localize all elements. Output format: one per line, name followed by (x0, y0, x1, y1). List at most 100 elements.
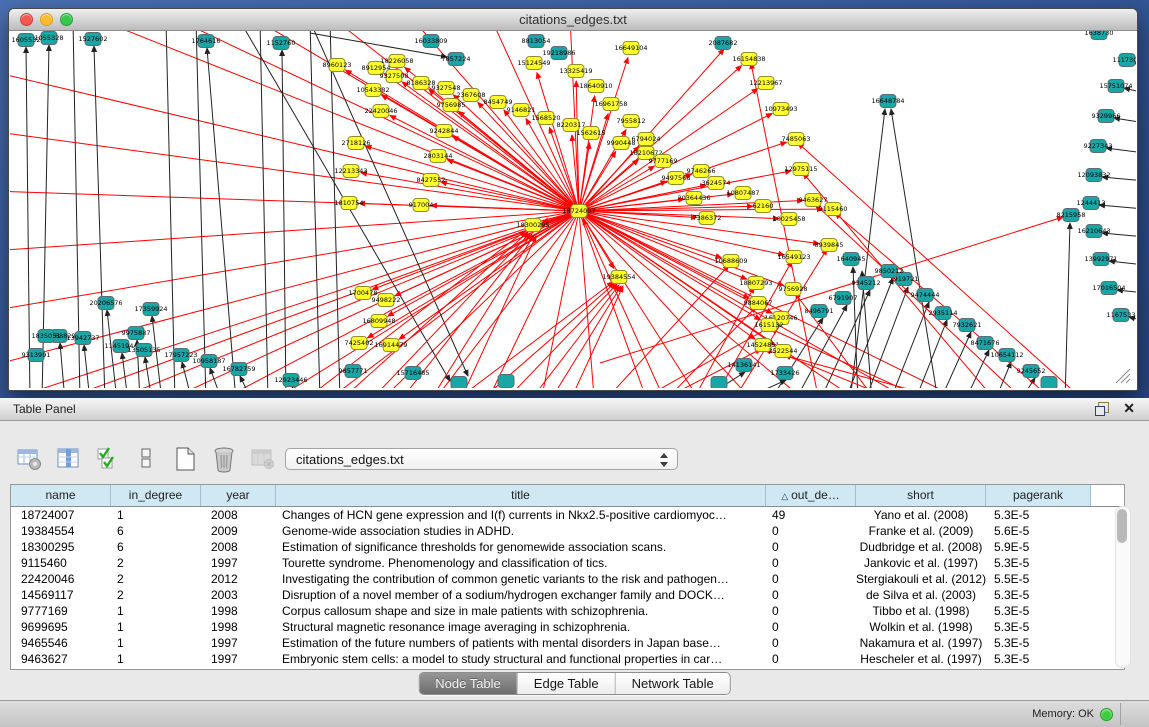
graph-node[interactable]: 13992971 (1084, 253, 1117, 266)
graph-node[interactable]: 16809948 (362, 315, 395, 328)
graph-node[interactable]: 1117304 (1113, 54, 1136, 67)
table-header-row[interactable]: namein_degreeyeartitle△out_de…shortpager… (11, 485, 1124, 507)
network-canvas[interactable]: 1872400789601238912954182260581054338293… (10, 31, 1136, 389)
graph-node[interactable]: 15716485 (396, 367, 429, 380)
graph-node[interactable]: 9345212 (852, 277, 881, 290)
graph-node[interactable]: 15124549 (517, 57, 550, 70)
graph-node[interactable]: 13325419 (559, 65, 592, 78)
graph-node[interactable]: 8471676 (971, 337, 1000, 350)
graph-node[interactable]: 9746266 (687, 165, 716, 178)
tab-network-table[interactable]: Network Table (616, 673, 730, 694)
graph-node[interactable]: 6794024 (632, 133, 661, 146)
graph-node[interactable]: 12923446 (274, 374, 307, 387)
graph-node[interactable]: 7485063 (782, 133, 811, 146)
tab-node-table[interactable]: Node Table (419, 673, 518, 694)
graph-node[interactable]: 9756985 (437, 99, 466, 112)
graph-node[interactable]: 17016504 (1092, 282, 1125, 295)
column-header-name[interactable]: name (11, 485, 111, 506)
clear-selection-icon[interactable] (131, 444, 161, 474)
graph-node[interactable]: 19218986 (542, 47, 575, 60)
graph-node[interactable]: 18640910 (579, 80, 612, 93)
graph-node[interactable]: 10543382 (356, 84, 389, 97)
float-panel-icon[interactable] (1095, 402, 1109, 416)
zoom-window-button[interactable] (60, 13, 73, 26)
graph-node[interactable]: 12213343 (334, 165, 367, 178)
graph-node[interactable]: 1244413 (1077, 197, 1106, 210)
table-row[interactable]: 1872400712008Changes of HCN gene express… (11, 507, 1124, 523)
column-header-out_de[interactable]: △out_de… (766, 485, 856, 506)
scrollbar-thumb[interactable] (1117, 509, 1127, 543)
graph-node[interactable]: 15751074 (1099, 80, 1132, 93)
graph-node[interactable]: 2803144 (424, 150, 453, 163)
minimize-window-button[interactable] (40, 13, 53, 26)
graph-node[interactable]: 18807293 (739, 277, 772, 290)
graph-node[interactable]: 2935114 (929, 307, 958, 320)
graph-node[interactable]: 10973493 (764, 103, 797, 116)
graph-node[interactable]: 9329966 (1092, 110, 1121, 123)
graph-node[interactable]: 7386372 (693, 212, 722, 225)
column-header-title[interactable]: title (276, 485, 766, 506)
graph-node[interactable]: 7955812 (617, 115, 646, 128)
graph-node[interactable]: 8215958 (1057, 209, 1086, 222)
graph-node[interactable]: 12213967 (749, 77, 782, 90)
table-body[interactable]: 1872400712008Changes of HCN gene express… (11, 507, 1124, 667)
citation-network-graph[interactable]: 1872400789601238912954182260581054338293… (10, 31, 1136, 388)
graph-node[interactable]: 10688609 (714, 255, 747, 268)
graph-node[interactable]: 16549123 (777, 251, 810, 264)
table-row[interactable]: 946362711997Embryonic stem cells: a mode… (11, 651, 1124, 667)
graph-node[interactable]: 16961758 (594, 98, 627, 111)
table-row[interactable]: 946554611997Estimation of the future num… (11, 635, 1124, 651)
graph-node[interactable]: 1640945 (837, 253, 866, 266)
graph-node[interactable]: 12093832 (1077, 169, 1110, 182)
table-row[interactable]: 977716911998Corpus callosum shape and si… (11, 603, 1124, 619)
graph-node[interactable]: 20364436 (677, 192, 710, 205)
graph-node[interactable]: 2367608 (457, 89, 486, 102)
delete-column-icon[interactable] (209, 444, 239, 474)
graph-node[interactable]: 12975115 (784, 163, 817, 176)
graph-node[interactable]: 16033809 (414, 35, 447, 48)
graph-node[interactable]: 1527602 (79, 33, 108, 46)
graph-node[interactable]: 16782759 (222, 363, 255, 376)
table-row[interactable]: 1456911722003Disruption of a novel membe… (11, 587, 1124, 603)
graph-node[interactable] (451, 377, 467, 389)
delete-table-icon[interactable] (248, 444, 278, 474)
graph-node[interactable]: 8427552 (417, 174, 446, 187)
graph-node[interactable]: 9313991 (22, 349, 51, 362)
graph-node[interactable]: 8813054 (522, 35, 551, 48)
graph-node[interactable]: 13942737 (66, 332, 99, 345)
close-panel-icon[interactable]: ✕ (1123, 400, 1135, 417)
table-mode-icon[interactable] (14, 444, 44, 474)
select-all-icon[interactable] (92, 444, 122, 474)
graph-node[interactable]: 9975887 (122, 327, 151, 340)
graph-node[interactable]: 2087682 (709, 37, 738, 50)
graph-node[interactable]: 1152760 (267, 37, 296, 50)
graph-node[interactable]: 3624574 (702, 177, 731, 190)
graph-node[interactable]: 16154838 (732, 53, 765, 66)
table-row[interactable]: 2242004622012Investigating the contribut… (11, 571, 1124, 587)
graph-node[interactable]: 1810754 (335, 197, 364, 210)
table-scrollbar[interactable] (1115, 506, 1131, 668)
graph-node[interactable]: 9245652 (1017, 365, 1046, 378)
graph-node[interactable]: 1167533 (1107, 309, 1136, 322)
table-selector-dropdown[interactable]: citations_edges.txt (285, 448, 678, 470)
graph-node[interactable]: 16210643 (1077, 225, 1110, 238)
graph-node[interactable]: 14136141 (727, 359, 760, 372)
graph-node[interactable]: 1638730 (1085, 31, 1114, 40)
graph-node[interactable]: 10807487 (726, 187, 759, 200)
window-titlebar[interactable]: citations_edges.txt (9, 9, 1137, 31)
graph-node[interactable]: 16648784 (871, 95, 904, 108)
close-window-button[interactable] (20, 13, 33, 26)
tab-edge-table[interactable]: Edge Table (518, 673, 616, 694)
graph-node[interactable]: 9756928 (779, 283, 808, 296)
graph-node[interactable]: 7425402 (345, 337, 374, 350)
graph-node[interactable]: 9857771 (339, 365, 368, 378)
node-table[interactable]: namein_degreeyeartitle△out_de…shortpager… (10, 484, 1125, 670)
column-header-short[interactable]: short (856, 485, 986, 506)
graph-node[interactable]: 17359924 (134, 303, 167, 316)
graph-node[interactable] (498, 375, 514, 388)
graph-node[interactable]: 10025458 (772, 213, 805, 226)
graph-node[interactable]: 16649104 (614, 42, 647, 55)
graph-node[interactable]: 917004 (409, 199, 434, 212)
graph-node[interactable]: 7857224 (442, 53, 471, 66)
graph-node[interactable]: 6791907 (829, 292, 858, 305)
